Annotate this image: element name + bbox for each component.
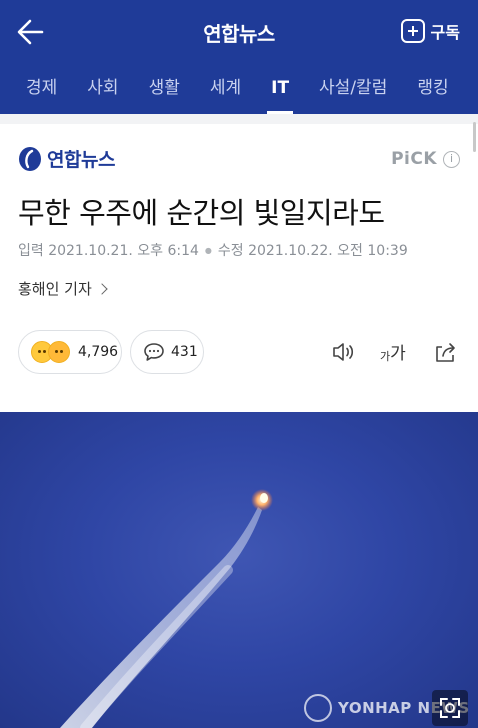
comment-count: 431: [171, 344, 198, 360]
tab-world[interactable]: 세계: [210, 62, 241, 114]
pick-label: PiCK: [391, 149, 437, 169]
publisher-name: 연합뉴스: [47, 149, 115, 171]
sad-emoji-icon: [48, 341, 70, 363]
reaction-button[interactable]: 4,796: [18, 330, 122, 374]
tab-society[interactable]: 사회: [87, 62, 118, 114]
speaker-icon[interactable]: [331, 340, 357, 364]
tab-ranking[interactable]: 랭킹: [417, 62, 448, 114]
share-icon[interactable]: [433, 340, 459, 364]
dot-separator-icon: ●: [204, 245, 212, 255]
subscribe-button[interactable]: 구독: [400, 17, 460, 45]
tab-editorial[interactable]: 사설/칼럼: [319, 62, 387, 114]
tab-life[interactable]: 생활: [149, 62, 180, 114]
tab-economy[interactable]: 경제: [26, 62, 57, 114]
comment-button[interactable]: 431: [130, 330, 204, 374]
article-dates: 입력 2021.10.21. 오후 6:14 ● 수정 2021.10.22. …: [18, 240, 408, 260]
pick-badge[interactable]: PiCK i: [391, 149, 460, 169]
article-headline: 무한 우주에 순간의 빛일지라도: [18, 196, 385, 230]
info-icon[interactable]: i: [443, 150, 460, 168]
article-photo[interactable]: [0, 412, 478, 728]
input-date: 입력 2021.10.21. 오후 6:14: [18, 243, 199, 259]
font-small-glyph: 가: [380, 350, 391, 363]
chevron-right-icon: [96, 283, 108, 295]
yonhap-logo-icon: [19, 146, 41, 171]
subscribe-label: 구독: [430, 23, 460, 42]
expand-icon[interactable]: [432, 690, 468, 726]
reporter-name: 홍해인 기자: [18, 280, 92, 298]
top-header: 연합뉴스 구독: [0, 0, 478, 62]
font-big-glyph: 가: [390, 344, 406, 364]
reaction-count: 4,796: [78, 344, 119, 360]
comment-icon: [144, 343, 164, 361]
font-size-button[interactable]: 가 가: [380, 340, 410, 364]
tab-it[interactable]: IT: [267, 62, 293, 114]
plus-icon: [400, 19, 425, 43]
publisher-logo[interactable]: 연합뉴스: [18, 145, 115, 172]
scrollbar[interactable]: [473, 122, 476, 152]
section-divider: [0, 114, 478, 124]
reporter-link[interactable]: 홍해인 기자: [18, 278, 108, 299]
modified-date: 수정 2021.10.22. 오전 10:39: [217, 243, 408, 259]
section-nav: 경제 사회 생활 세계 IT 사설/칼럼 랭킹: [0, 62, 478, 114]
yonhap-watermark-logo-icon: [304, 694, 332, 722]
